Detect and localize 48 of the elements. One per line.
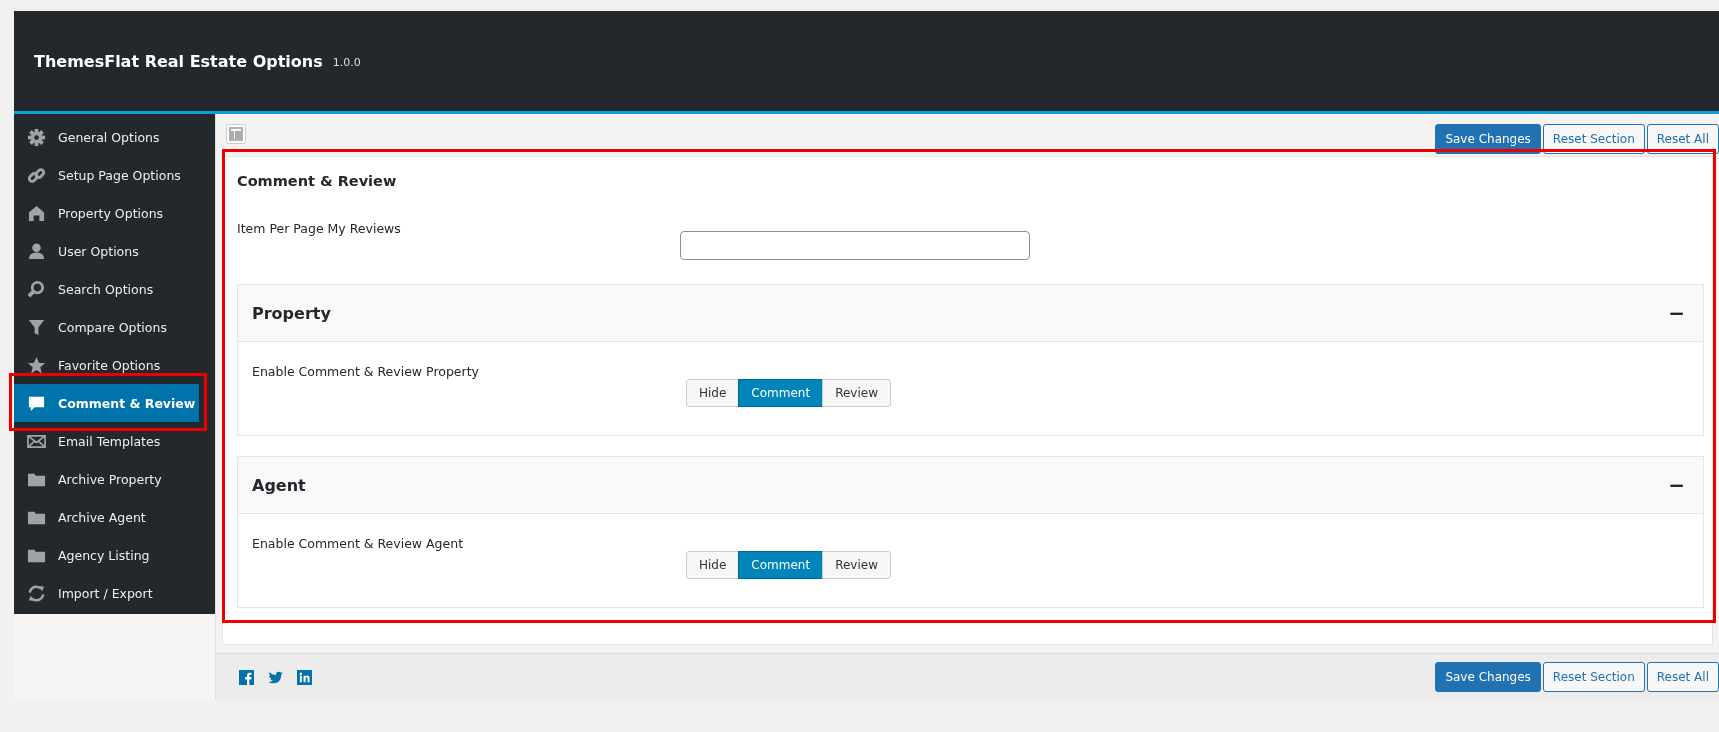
collapse-toggle[interactable]: −: [1664, 301, 1689, 325]
refresh-icon: [27, 583, 46, 603]
sidebar-item[interactable]: Favorite Options: [14, 346, 199, 384]
chain-link-icon: [27, 165, 46, 185]
layout-toggle-icon[interactable]: [226, 124, 246, 144]
save-button[interactable]: Save Changes: [1435, 662, 1541, 692]
funnel-icon: [27, 317, 46, 337]
facebook-icon[interactable]: [239, 669, 254, 685]
segment-option[interactable]: Comment: [738, 379, 824, 407]
segment-option[interactable]: Review: [822, 379, 891, 407]
twitter-bird-icon[interactable]: [268, 669, 283, 685]
option-label: Enable Comment & Review Agent: [252, 536, 465, 553]
reset-button[interactable]: Reset All: [1646, 662, 1719, 692]
reset-button[interactable]: Reset Section: [1542, 662, 1645, 692]
gear-icon: [27, 127, 46, 147]
star-icon: [27, 355, 46, 375]
user-icon: [27, 241, 46, 261]
save-button[interactable]: Save Changes: [1435, 124, 1541, 154]
section-title: Property: [252, 303, 331, 323]
segment-option[interactable]: Hide: [686, 379, 740, 407]
page-title: ThemesFlat Real Estate Options: [34, 51, 323, 71]
field-label: Item Per Page My Reviews: [237, 221, 402, 238]
search-icon: [27, 279, 46, 299]
collapse-toggle[interactable]: −: [1664, 473, 1689, 497]
sidebar-item[interactable]: Compare Options: [14, 308, 199, 346]
home-icon: [27, 203, 46, 223]
segment-option[interactable]: Review: [822, 551, 891, 579]
sidebar-item[interactable]: Agency Listing: [14, 536, 199, 574]
reset-button[interactable]: Reset All: [1646, 124, 1719, 154]
sidebar-item[interactable]: Setup Page Options: [14, 156, 199, 194]
section-title: Agent: [252, 475, 306, 495]
sidebar-item[interactable]: Archive Property: [14, 460, 199, 498]
section-heading: Comment & Review: [237, 173, 398, 189]
sidebar-item[interactable]: Search Options: [14, 270, 199, 308]
input-field[interactable]: [680, 231, 1030, 260]
sidebar-item[interactable]: Property Options: [14, 194, 199, 232]
sidebar-item[interactable]: General Options: [14, 118, 199, 156]
sidebar-item[interactable]: User Options: [14, 232, 199, 270]
option-label: Enable Comment & Review Property: [252, 364, 480, 381]
version-label: 1.0.0: [332, 55, 361, 69]
segment-option[interactable]: Comment: [738, 551, 824, 579]
sidebar-item[interactable]: Email Templates: [14, 422, 199, 460]
sidebar-item[interactable]: Import / Export: [14, 574, 199, 612]
segment-option[interactable]: Hide: [686, 551, 740, 579]
sidebar-item[interactable]: Archive Agent: [14, 498, 199, 536]
linkedin-icon[interactable]: [297, 669, 312, 685]
reset-button[interactable]: Reset Section: [1542, 124, 1645, 154]
sidebar-item[interactable]: Comment & Review: [14, 384, 199, 422]
